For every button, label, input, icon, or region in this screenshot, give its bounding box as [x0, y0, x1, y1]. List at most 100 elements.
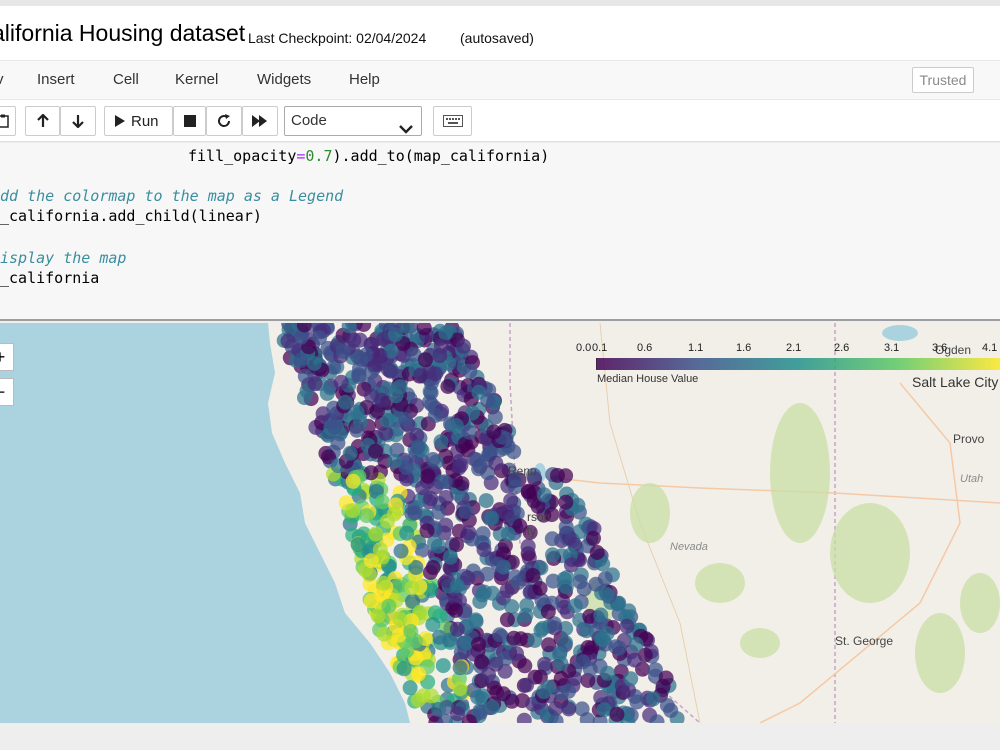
move-down-button[interactable] [60, 106, 96, 136]
house-point [440, 379, 456, 394]
house-point [374, 494, 390, 510]
house-point [520, 538, 536, 554]
house-point [488, 455, 504, 471]
house-point [509, 646, 524, 662]
house-point [532, 581, 548, 596]
house-point [338, 394, 353, 410]
house-point [437, 474, 453, 490]
house-point [319, 385, 335, 401]
trusted-indicator[interactable]: Trusted [912, 67, 974, 93]
house-point [448, 418, 464, 434]
move-up-icon [36, 114, 50, 128]
move-up-button[interactable] [25, 106, 60, 136]
house-point [449, 621, 465, 637]
house-point [387, 453, 402, 469]
house-point [484, 510, 500, 526]
code-cell-input[interactable]: fill_opacity=0.7).add_to(map_california)… [0, 143, 1000, 321]
house-point [449, 578, 465, 594]
house-point [578, 623, 594, 639]
house-point [438, 325, 454, 341]
notebook-title[interactable]: alifornia Housing dataset [0, 20, 245, 47]
city-label-st-george: St. George [835, 634, 894, 648]
house-point [418, 352, 433, 368]
house-point [517, 658, 533, 674]
house-point [293, 352, 309, 368]
menu-insert[interactable]: Insert [37, 71, 75, 88]
house-point [425, 617, 441, 632]
house-point [349, 404, 365, 420]
house-point [525, 568, 541, 583]
house-point [363, 593, 379, 609]
zoom-out-button[interactable]: − [0, 378, 14, 406]
house-point [619, 618, 635, 634]
house-point [411, 666, 427, 682]
city-label-carson-city: ity [524, 524, 536, 538]
house-point [452, 660, 468, 676]
menu-widgets[interactable]: Widgets [257, 71, 311, 88]
house-point [397, 412, 413, 427]
code-comment: isplay the map [0, 249, 127, 267]
menu-kernel[interactable]: Kernel [175, 71, 218, 88]
house-point [561, 701, 577, 717]
house-point [399, 525, 415, 541]
house-point [572, 574, 588, 590]
house-point [504, 693, 520, 709]
house-point [593, 607, 609, 623]
code-token: 0.7 [305, 147, 333, 165]
autosave-status: (autosaved) [460, 30, 534, 46]
house-point [335, 343, 351, 359]
house-point [432, 348, 448, 364]
menubar: v Insert Cell Kernel Widgets Help [0, 60, 1000, 100]
legend-title: Median House Value [597, 373, 699, 385]
menu-view[interactable]: v [0, 71, 4, 88]
house-point [376, 575, 391, 591]
cell-type-select[interactable]: Code [284, 106, 422, 136]
city-label-carson: rson [527, 510, 551, 524]
run-button[interactable]: Run [104, 106, 173, 136]
legend-tick: 0.0 [576, 342, 592, 354]
house-point [536, 487, 552, 503]
restart-button[interactable] [206, 106, 242, 136]
house-point [349, 422, 365, 438]
terrain-patch [915, 613, 965, 693]
house-point [490, 556, 506, 572]
house-point [540, 604, 556, 620]
house-point [478, 493, 494, 509]
house-point [558, 519, 574, 535]
code-token: ).add_to(map_california) [332, 147, 550, 165]
legend-colorbar [596, 358, 1000, 370]
legend-tick: 0.1 [592, 342, 608, 354]
page-footer [0, 723, 1000, 750]
notebook-header: alifornia Housing dataset Last Checkpoin… [0, 0, 1000, 60]
menu-help[interactable]: Help [349, 71, 380, 88]
house-point [353, 351, 369, 367]
legend-tick: 4.1 [982, 342, 998, 354]
house-point [518, 607, 534, 623]
house-point [558, 494, 574, 510]
house-point [427, 407, 443, 423]
house-point [503, 492, 519, 508]
legend-tick: 0.6 [637, 342, 653, 354]
house-point [470, 689, 486, 705]
clipboard-button[interactable] [0, 106, 16, 136]
house-point [431, 701, 447, 717]
city-label-reno: Reno [508, 464, 537, 478]
stop-button[interactable] [173, 106, 206, 136]
house-point [520, 484, 536, 500]
house-point [420, 468, 436, 484]
menu-cell[interactable]: Cell [113, 71, 139, 88]
house-point [333, 374, 349, 390]
terrain-patch [630, 483, 670, 543]
house-point [484, 699, 500, 715]
house-point [359, 508, 375, 524]
house-point [346, 332, 362, 348]
command-palette-button[interactable] [433, 106, 472, 136]
house-point [452, 453, 468, 469]
house-point [368, 443, 383, 459]
house-point [611, 640, 627, 656]
run-all-button[interactable] [242, 106, 278, 136]
legend-tick: 2.1 [786, 342, 802, 354]
house-point [427, 366, 443, 382]
zoom-in-button[interactable]: + [0, 343, 14, 371]
code-line: _california [0, 269, 100, 287]
